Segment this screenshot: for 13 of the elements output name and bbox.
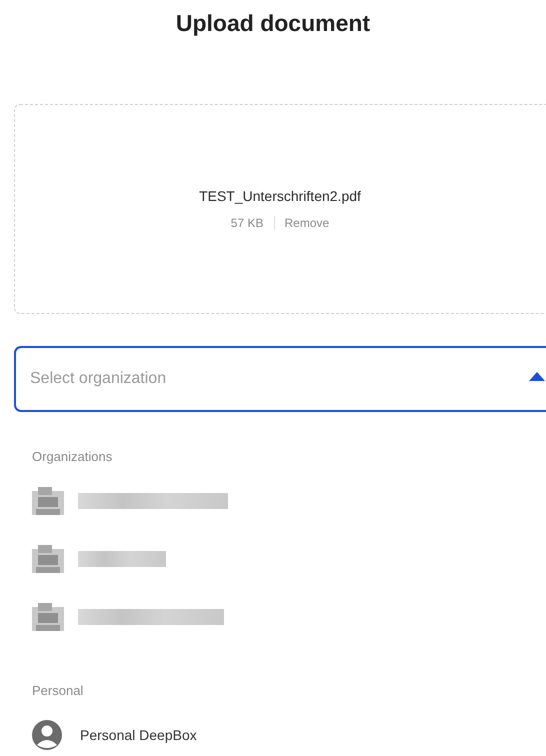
dropzone[interactable]: TEST_Unterschriften2.pdf 57 KB Remove (14, 104, 546, 314)
organization-select[interactable]: Select organization (14, 346, 546, 412)
menu-item-label[interactable]: Personal DeepBox (80, 727, 197, 743)
group-heading: Organizations (32, 448, 114, 466)
file-name: TEST_Unterschriften2.pdf (199, 188, 361, 204)
blurred-icon (32, 603, 64, 631)
group-heading: Personal (32, 682, 84, 700)
caret-icon (529, 372, 545, 381)
blurred-icon (32, 487, 64, 515)
file-size: 57 KB (230, 216, 264, 230)
dialog-title: Upload document (174, 9, 372, 38)
user-icon (32, 720, 62, 750)
blurred-icon (32, 545, 64, 573)
